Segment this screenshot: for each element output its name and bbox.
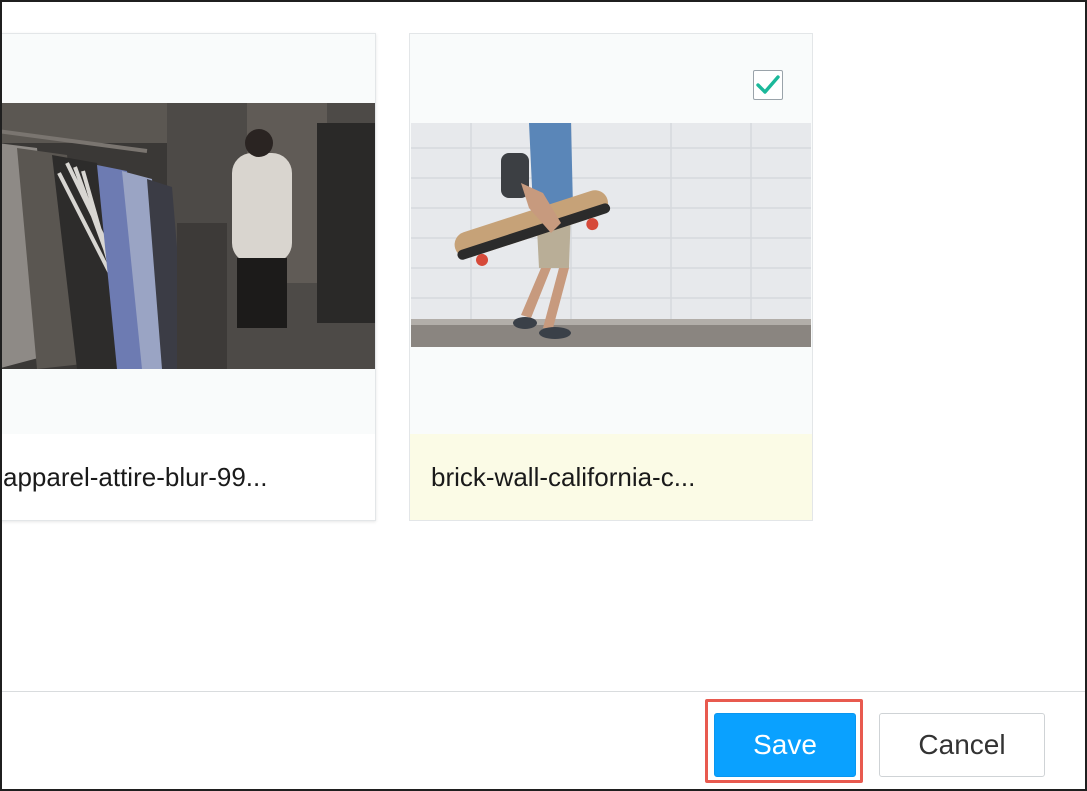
image-card-apparel[interactable]: apparel-attire-blur-99...	[2, 33, 376, 521]
skateboarder-photo-icon	[411, 123, 811, 347]
save-button[interactable]: Save	[714, 713, 856, 777]
image-picker-dialog: apparel-attire-blur-99... brick-wall-cal…	[0, 0, 1087, 791]
image-card-brick-wall[interactable]: brick-wall-california-c...	[409, 33, 813, 521]
footer-divider	[2, 691, 1085, 692]
image-thumbnail-apparel	[2, 103, 375, 369]
image-caption: apparel-attire-blur-99...	[2, 434, 375, 520]
image-caption: brick-wall-california-c...	[410, 434, 812, 520]
image-thumbnail-brick-wall	[411, 123, 811, 347]
image-select-checkbox[interactable]	[753, 70, 783, 100]
clothing-rack-photo-icon	[2, 103, 375, 369]
cancel-button[interactable]: Cancel	[879, 713, 1045, 777]
checkmark-icon	[756, 75, 780, 94]
